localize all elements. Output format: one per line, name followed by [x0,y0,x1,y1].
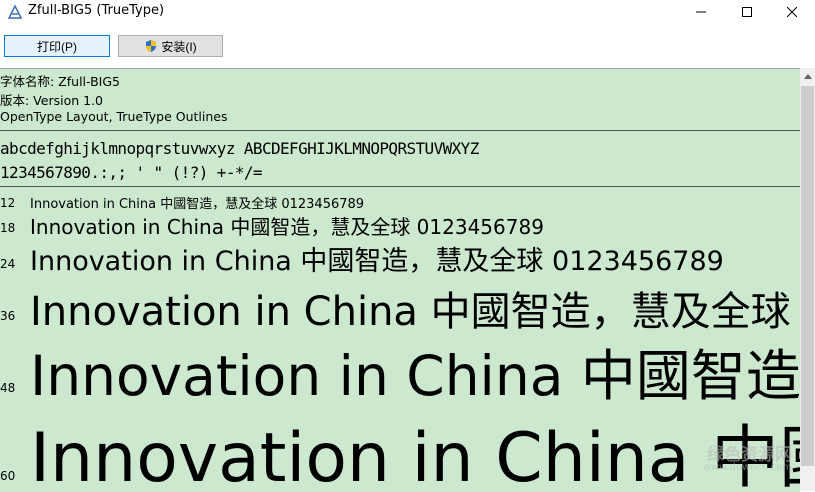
window-title: Zfull-BIG5 (TrueType) [28,3,165,18]
install-button[interactable]: 安装(I) [118,35,223,57]
sample-text-48: Innovation in China 中國智造，慧及全球 0123456789 [30,344,800,408]
sample-text-12: Innovation in China 中國智造，慧及全球 0123456789 [30,197,365,212]
separator-line [0,130,800,131]
maximize-button[interactable] [724,0,770,24]
vertical-scrollbar[interactable] [800,68,815,491]
font-preview-pane: 字体名称: Zfull-BIG5 版本: Version 1.0 OpenTyp… [0,68,800,492]
title-bar: Zfull-BIG5 (TrueType) [0,0,815,24]
size-label-36: 36 [0,309,16,323]
size-label-24: 24 [0,257,16,271]
minimize-button[interactable] [678,0,724,24]
watermark-sub: www.downcc.com [702,462,792,473]
size-label-60: 60 [0,469,16,483]
scroll-up-button[interactable] [800,68,815,85]
font-type-line: OpenType Layout, TrueType Outlines [0,109,228,124]
font-app-icon [7,4,23,19]
close-icon [787,7,797,17]
print-button[interactable]: 打印(P) [4,35,110,57]
toolbar: 打印(P) 安装(I) [0,30,815,66]
font-name-line: 字体名称: Zfull-BIG5 [0,74,120,89]
maximize-icon [742,7,752,17]
sample-text-18: Innovation in China 中國智造，慧及全球 0123456789 [30,215,544,239]
sample-text-24: Innovation in China 中國智造，慧及全球 0123456789 [30,246,724,277]
size-label-48: 48 [0,381,16,395]
charset-digits: 1234567890.:,; ' " (!?) +-*/= [0,163,263,182]
watermark: 绿色资源网 www.downcc.com [680,440,800,484]
minimize-icon [696,11,706,13]
sample-text-36: Innovation in China 中國智造，慧及全球 0123456789 [30,289,800,335]
separator-line [0,186,800,187]
scroll-thumb[interactable] [801,86,814,466]
size-label-18: 18 [0,221,16,235]
charset-letters: abcdefghijklmnopqrstuvwxyz ABCDEFGHIJKLM… [0,139,479,158]
shield-icon [146,40,157,52]
size-label-12: 12 [0,196,16,210]
chevron-up-icon [803,74,812,79]
install-label: 安装(I) [161,39,197,54]
font-version-line: 版本: Version 1.0 [0,93,104,108]
close-button[interactable] [769,0,815,24]
